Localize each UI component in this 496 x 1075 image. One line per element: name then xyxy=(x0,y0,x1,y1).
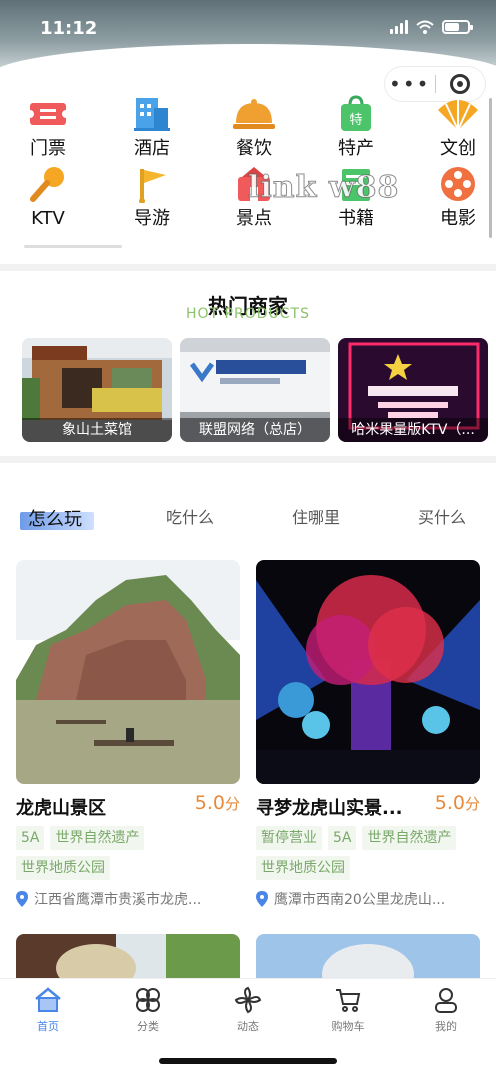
nav-label: 动态 xyxy=(237,1020,259,1033)
score-unit: 分 xyxy=(224,795,240,813)
category-scroll-indicator xyxy=(24,245,122,248)
category-label: 景点 xyxy=(236,208,272,229)
attraction-tags: 暂停营业 5A 世界自然遗产 世界地质公园 xyxy=(256,826,480,880)
category-label: 特产 xyxy=(338,138,374,159)
specialty-bag-icon: 特 xyxy=(334,94,378,134)
tag: 5A xyxy=(16,826,45,850)
hotel-icon xyxy=(130,94,174,134)
tag: 世界自然遗产 xyxy=(362,826,457,850)
merchant-card[interactable]: 哈米果量版KTV（... xyxy=(338,338,488,442)
merchant-card[interactable]: 象山土菜馆 xyxy=(22,338,172,442)
category-ktv[interactable]: KTV xyxy=(18,164,78,230)
category-movies[interactable]: 电影 xyxy=(428,164,488,230)
nav-profile[interactable]: 我的 xyxy=(416,985,476,1034)
status-bar: 11:12 xyxy=(0,0,496,58)
category-label: KTV xyxy=(31,208,65,229)
battery-icon xyxy=(442,20,473,34)
tag: 世界地质公园 xyxy=(16,856,110,880)
merchant-name: 哈米果量版KTV（... xyxy=(338,418,488,442)
score-unit: 分 xyxy=(464,795,480,813)
category-label: 门票 xyxy=(30,138,66,159)
microphone-icon xyxy=(26,164,70,204)
attraction-address[interactable]: 鹰潭市西南20公里龙虎山... xyxy=(256,889,480,909)
nav-label: 分类 xyxy=(137,1020,159,1033)
nav-label: 购物车 xyxy=(331,1020,365,1033)
tab-play[interactable]: 怎么玩 xyxy=(28,505,82,531)
tab-eat[interactable]: 吃什么 xyxy=(166,504,214,528)
category-label: 导游 xyxy=(134,208,170,229)
attraction-tags: 5A 世界自然遗产 世界地质公园 xyxy=(16,826,240,880)
tab-buy[interactable]: 买什么 xyxy=(418,504,466,528)
user-icon xyxy=(431,985,461,1015)
attraction-card[interactable]: 寻梦龙虎山实景... 5.0分 暂停营业 5A 世界自然遗产 世界地质公园 鹰潭… xyxy=(256,560,480,909)
category-label: 书籍 xyxy=(338,208,374,229)
tag: 世界自然遗产 xyxy=(50,826,145,850)
attraction-photo xyxy=(16,560,240,784)
ticket-icon xyxy=(26,94,70,134)
tab-stay[interactable]: 住哪里 xyxy=(292,504,340,528)
attraction-photo xyxy=(256,560,480,784)
close-miniprogram-icon[interactable] xyxy=(435,74,485,94)
attraction-address[interactable]: 江西省鹰潭市贵溪市龙虎... xyxy=(16,889,240,909)
attraction-card-peek[interactable] xyxy=(256,934,480,978)
merchant-carousel[interactable]: 象山土菜馆 联盟网络（总店） 哈米果量版KTV（... xyxy=(22,338,496,442)
score-value: 5.0 xyxy=(194,792,225,814)
category-specialty[interactable]: 特 特产 xyxy=(326,94,386,160)
attraction-name: 龙虎山景区 xyxy=(16,798,106,819)
score-value: 5.0 xyxy=(434,792,465,814)
wifi-icon xyxy=(416,20,434,34)
signal-icon xyxy=(390,20,408,34)
attraction-card-peek[interactable] xyxy=(16,934,240,978)
status-icons xyxy=(390,20,473,34)
vertical-scrollbar[interactable] xyxy=(489,98,492,238)
address-text: 鹰潭市西南20公里龙虎山... xyxy=(274,892,446,908)
section-divider xyxy=(0,456,496,463)
watermark-logo: link w88 xyxy=(247,170,400,206)
category-label: 酒店 xyxy=(134,138,170,159)
category-label: 餐饮 xyxy=(236,138,272,159)
nav-feed[interactable]: 动态 xyxy=(218,985,278,1034)
section-divider xyxy=(0,264,496,271)
category-label: 文创 xyxy=(440,138,476,159)
tag: 世界地质公园 xyxy=(256,856,350,880)
attraction-score: 5.0分 xyxy=(195,792,240,814)
film-reel-icon xyxy=(436,164,480,204)
nav-label: 首页 xyxy=(37,1020,59,1033)
category-guide[interactable]: 导游 xyxy=(122,164,182,230)
status-time: 11:12 xyxy=(40,18,98,39)
home-icon xyxy=(33,985,63,1015)
location-pin-icon xyxy=(16,891,28,907)
nav-home[interactable]: 首页 xyxy=(18,985,78,1034)
pinwheel-icon xyxy=(233,985,263,1015)
fan-icon xyxy=(436,94,480,134)
tag: 5A xyxy=(328,826,357,850)
home-indicator[interactable] xyxy=(159,1058,337,1064)
merchant-card[interactable]: 联盟网络（总店） xyxy=(180,338,330,442)
category-grid: 门票 酒店 餐饮 特 特产 文创 KTV 导游 景点 书籍 电影 xyxy=(0,92,496,232)
category-dining[interactable]: 餐饮 xyxy=(224,94,284,160)
category-label: 电影 xyxy=(440,208,476,229)
attraction-name: 寻梦龙虎山实景... xyxy=(256,798,403,819)
cart-icon xyxy=(333,985,363,1015)
tag: 暂停营业 xyxy=(256,826,322,850)
category-culture[interactable]: 文创 xyxy=(428,94,488,160)
merchant-name: 象山土菜馆 xyxy=(22,418,172,442)
category-grid-icon xyxy=(133,985,163,1015)
dining-cloche-icon xyxy=(232,94,276,134)
attraction-score: 5.0分 xyxy=(435,792,480,814)
nav-label: 我的 xyxy=(435,1020,457,1033)
nav-cart[interactable]: 购物车 xyxy=(318,985,378,1034)
nav-category[interactable]: 分类 xyxy=(118,985,178,1034)
attraction-card[interactable]: 龙虎山景区 5.0分 5A 世界自然遗产 世界地质公园 江西省鹰潭市贵溪市龙虎.… xyxy=(16,560,240,909)
location-pin-icon xyxy=(256,891,268,907)
hot-merchants-subtitle: HOT PRODUCTS xyxy=(186,306,310,322)
flag-icon xyxy=(130,164,174,204)
svg-text:特: 特 xyxy=(349,113,362,128)
address-text: 江西省鹰潭市贵溪市龙虎... xyxy=(34,892,202,908)
category-tickets[interactable]: 门票 xyxy=(18,94,78,160)
category-hotel[interactable]: 酒店 xyxy=(122,94,182,160)
merchant-name: 联盟网络（总店） xyxy=(180,418,330,442)
